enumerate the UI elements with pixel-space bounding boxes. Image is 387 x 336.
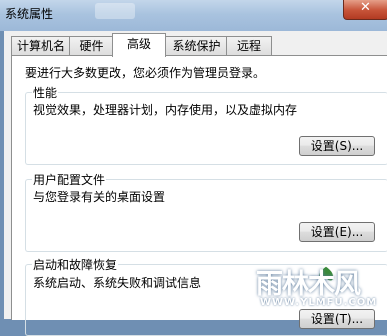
tab-system-protection[interactable]: 系统保护: [165, 36, 228, 56]
user-profiles-description: 与您登录有关的桌面设置: [33, 190, 166, 204]
tab-computer-name[interactable]: 计算机名: [11, 36, 71, 56]
watermark-url: WWW.YLMFU.COM: [260, 297, 378, 308]
window-title: 系统属性: [5, 7, 54, 21]
title-glow: [95, 3, 135, 19]
watermark-brand: 雨林木风: [256, 269, 361, 300]
performance-group-label: 性能: [32, 84, 59, 101]
user-profiles-settings-button[interactable]: 设置(E)...: [299, 222, 375, 242]
performance-settings-button[interactable]: 设置(S)...: [299, 136, 375, 156]
close-icon: ✕: [360, 0, 371, 15]
tab-advanced[interactable]: 高级: [112, 33, 166, 57]
user-profiles-group-label: 用户配置文件: [32, 171, 107, 188]
watermark: 雨林木风 WWW.YLMFU.COM: [256, 262, 384, 316]
title-bar: 系统属性: [0, 0, 387, 31]
admin-notice: 要进行大多数更改，您必须作为管理员登录。: [25, 66, 266, 80]
startup-recovery-group-label: 启动和故障恢复: [32, 256, 119, 273]
tab-remote[interactable]: 远程: [226, 36, 272, 56]
performance-description: 视觉效果，处理器计划，内存使用，以及虚拟内存: [33, 103, 298, 117]
tab-hardware[interactable]: 硬件: [69, 36, 114, 56]
startup-recovery-description: 系统启动、系统失败和调试信息: [33, 276, 202, 290]
close-button[interactable]: ✕: [343, 0, 387, 20]
